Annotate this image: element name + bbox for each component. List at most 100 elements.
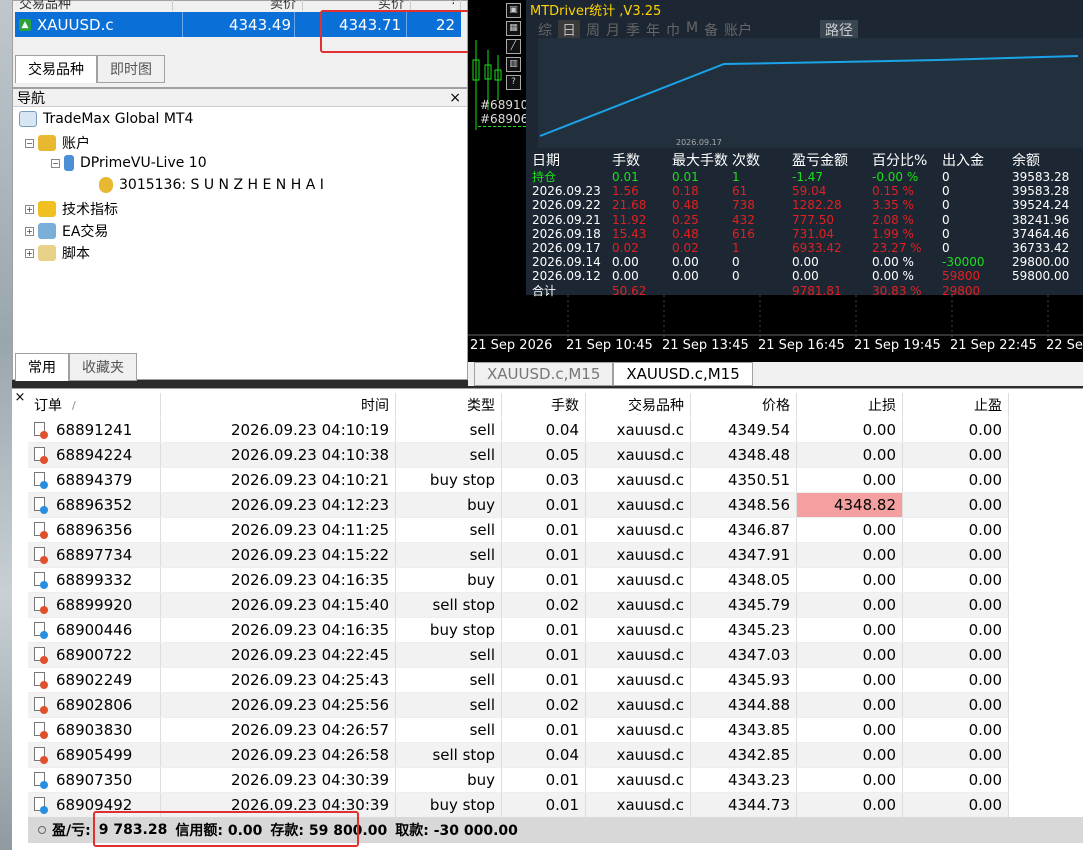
stats-cell-bal: 38241.96	[1012, 212, 1070, 227]
col-tp[interactable]: 止盈	[903, 393, 1009, 417]
toolbar-button[interactable]: ▣	[506, 3, 521, 18]
table-row[interactable]: 68907350 2026.09.23 04:30:39 buy 0.01 xauusd…	[28, 768, 1009, 793]
menu-item[interactable]: 周	[586, 20, 600, 40]
menu-item[interactable]: 季	[626, 20, 640, 40]
expand-icon[interactable]: +	[25, 204, 34, 214]
cell-order: 68900722	[28, 643, 161, 667]
col-type[interactable]: 类型	[396, 393, 502, 417]
cell-type: buy	[396, 568, 502, 592]
col-order[interactable]: 订单 /	[28, 393, 161, 417]
chart-tab-active[interactable]: XAUUSD.c,M15	[613, 362, 753, 386]
table-row[interactable]: 68894379 2026.09.23 04:10:21 buy stop 0.03 x…	[28, 468, 1009, 493]
menu-item[interactable]: 综	[538, 20, 552, 40]
stats-cell-lots: 0.00	[612, 269, 639, 284]
stats-column-header: 手数	[612, 153, 640, 169]
table-row[interactable]: 68897734 2026.09.23 04:15:22 sell 0.01 xauus…	[28, 543, 1009, 568]
table-row[interactable]: 68896356 2026.09.23 04:11:25 sell 0.01 xauus…	[28, 518, 1009, 543]
expand-icon[interactable]: +	[25, 226, 34, 236]
help-icon[interactable]: ?	[506, 75, 521, 90]
stats-cell-bal: 39583.28	[1012, 170, 1070, 184]
close-icon[interactable]: ×	[449, 90, 467, 106]
stats-cell-io: 59800	[942, 269, 981, 284]
highlight-box-summary	[93, 811, 359, 847]
cell-order: 68905499	[28, 743, 161, 767]
cell-price: 4347.91	[691, 543, 797, 567]
cell-price: 4348.56	[691, 493, 797, 517]
cell-tp: 0.00	[903, 468, 1009, 492]
tree-indicators[interactable]: + 技术指标	[25, 199, 118, 219]
tab-common[interactable]: 常用	[15, 353, 69, 381]
col-time[interactable]: 时间	[161, 393, 396, 417]
tree-account[interactable]: 3015136: S U N Z H E N H A I	[99, 177, 324, 193]
toolbar-button[interactable]: ╱	[506, 39, 521, 54]
cell-lots: 0.01	[502, 793, 586, 817]
navigator-panel: 导航 × TradeMax Global MT4 − 账户 − DPrimeVU…	[12, 88, 468, 381]
tab-symbols[interactable]: 交易品种	[15, 55, 97, 83]
menu-item[interactable]: 账户	[724, 20, 752, 40]
table-row[interactable]: 68899332 2026.09.23 04:16:35 buy 0.01 xauusd…	[28, 568, 1009, 593]
chart-window[interactable]: #68910 #68906 ▣ ▦ ╱ ▥ ? MTDriver统计 ,V3.2…	[468, 0, 1083, 362]
stats-cell-pct: 0.00 %	[872, 255, 914, 270]
tree-scripts[interactable]: + 脚本	[25, 243, 90, 263]
header-bid[interactable]: 卖价	[173, 0, 303, 12]
indicator-icon	[38, 201, 56, 217]
cell-sl: 0.00	[797, 768, 903, 792]
menu-item-active[interactable]: 日	[558, 20, 580, 40]
col-symbol[interactable]: 交易品种	[586, 393, 691, 417]
menu-item[interactable]: M	[686, 20, 698, 40]
cell-type: sell	[396, 693, 502, 717]
cell-symbol: xauusd.c	[586, 518, 691, 542]
table-row[interactable]: 68905499 2026.09.23 04:26:58 sell stop 0.04…	[28, 743, 1009, 768]
menu-item[interactable]: 巾	[666, 20, 680, 40]
table-row[interactable]: 68900722 2026.09.23 04:22:45 sell 0.01 xauus…	[28, 643, 1009, 668]
cell-tp: 0.00	[903, 418, 1009, 442]
navigator-tabs: 常用 收藏夹	[15, 353, 137, 381]
table-row[interactable]: 68894224 2026.09.23 04:10:38 sell 0.05 xauus…	[28, 443, 1009, 468]
expand-icon[interactable]: +	[25, 248, 34, 258]
col-lots[interactable]: 手数	[502, 393, 586, 417]
close-icon[interactable]: ×	[12, 390, 28, 406]
table-row[interactable]: 68902249 2026.09.23 04:25:43 sell 0.01 xauus…	[28, 668, 1009, 693]
cell-tp: 0.00	[903, 718, 1009, 742]
cell-symbol: xauusd.c	[586, 568, 691, 592]
stats-cell-date: 2026.09.14	[532, 255, 601, 270]
col-price[interactable]: 价格	[691, 393, 797, 417]
cell-time: 2026.09.23 04:15:40	[161, 593, 396, 617]
collapse-icon[interactable]: −	[51, 158, 60, 168]
collapse-icon[interactable]: −	[25, 138, 34, 148]
header-symbol[interactable]: 交易品种	[13, 0, 173, 12]
menu-item[interactable]: 月	[606, 20, 620, 40]
stats-cell-pct: -0.00 %	[872, 170, 919, 184]
toolbar-button[interactable]: ▦	[506, 21, 521, 36]
order-number: 68900722	[56, 646, 133, 664]
cell-price: 4348.05	[691, 568, 797, 592]
table-row[interactable]: 68896352 2026.09.23 04:12:23 buy 0.01 xauusd…	[28, 493, 1009, 518]
stats-cell-max: 0.00	[672, 255, 699, 270]
menu-item[interactable]: 年	[646, 20, 660, 40]
chart-grid	[468, 295, 1083, 337]
stats-row: 2026.09.23 1.56 0.18 61 59.04 0.15 % 0 39583.28	[532, 184, 1083, 198]
table-row[interactable]: 68902806 2026.09.23 04:25:56 sell 0.02 xauus…	[28, 693, 1009, 718]
stats-cell-max: 0.48	[672, 198, 699, 213]
tree-root[interactable]: TradeMax Global MT4	[19, 111, 193, 127]
stats-cell-count: 0	[732, 255, 740, 270]
table-row[interactable]: 68903830 2026.09.23 04:26:57 sell 0.01 xauus…	[28, 718, 1009, 743]
col-sl[interactable]: 止损	[797, 393, 903, 417]
stats-cell-pl: 6933.42	[792, 240, 842, 255]
toolbar-button[interactable]: ▥	[506, 57, 521, 72]
menu-item[interactable]: 备	[704, 20, 718, 40]
tree-accounts[interactable]: − 账户	[25, 133, 90, 153]
table-row[interactable]: 68899920 2026.09.23 04:15:40 sell stop 0.02…	[28, 593, 1009, 618]
table-row[interactable]: 68891241 2026.09.23 04:10:19 sell 0.04 xauus…	[28, 418, 1009, 443]
tab-tick-chart[interactable]: 即时图	[97, 55, 165, 83]
cell-price: 4347.03	[691, 643, 797, 667]
stats-cell-count: 1	[732, 170, 740, 184]
chart-tab[interactable]: XAUUSD.c,M15	[474, 362, 614, 386]
tree-experts[interactable]: + EA交易	[25, 221, 108, 241]
cell-lots: 0.01	[502, 543, 586, 567]
tree-server[interactable]: − DPrimeVU-Live 10	[51, 155, 207, 171]
order-number: 68900446	[56, 621, 133, 639]
tab-favorites[interactable]: 收藏夹	[69, 353, 137, 381]
route-button[interactable]: 路径	[820, 20, 858, 40]
table-row[interactable]: 68900446 2026.09.23 04:16:35 buy stop 0.01 x…	[28, 618, 1009, 643]
